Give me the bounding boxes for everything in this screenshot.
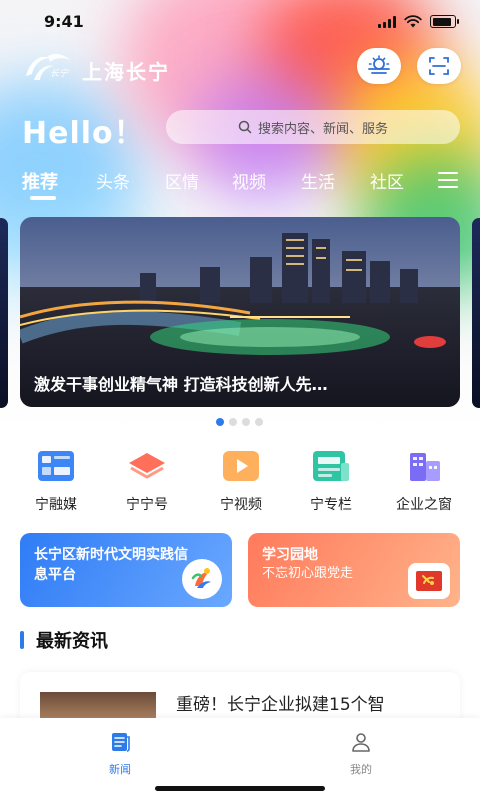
tab-headlines[interactable]: 头条 <box>96 168 130 193</box>
logo-text: 长宁 <box>50 68 69 78</box>
tab-video[interactable]: 视频 <box>232 168 266 193</box>
shortcut-qiyezhichuang[interactable]: 企业之窗 <box>384 446 464 514</box>
banner-prev-peek[interactable] <box>0 218 8 408</box>
wifi-icon <box>404 15 422 28</box>
tab-recommend[interactable]: 推荐 <box>22 168 58 194</box>
tab-community[interactable]: 社区 <box>370 168 404 193</box>
greeting: Hello！ <box>22 116 145 151</box>
buildings-icon <box>410 453 440 481</box>
civilization-platform-card[interactable]: 长宁区新时代文明实践信息平台 <box>20 533 232 607</box>
app-title: 上海长宁 <box>82 60 170 84</box>
tab-active-indicator <box>30 196 56 200</box>
search-placeholder: 搜索内容、新闻、服务 <box>257 121 388 137</box>
status-bar: 9:41 <box>0 0 480 44</box>
search-bar[interactable]: 搜索内容、新闻、服务 <box>166 110 460 144</box>
app-header: 长宁 上海长宁 <box>0 44 480 92</box>
shortcut-ningzhuanlan[interactable]: 宁专栏 <box>291 446 371 514</box>
signal-icon <box>378 15 396 28</box>
carousel-dot <box>255 418 263 426</box>
banner-carousel[interactable]: 激发干事创业精气神 打造科技创新人先… <box>20 217 460 407</box>
section-title: 最新资讯 <box>36 631 108 652</box>
status-time: 9:41 <box>44 12 84 31</box>
shortcut-label: 宁融媒 <box>35 497 77 513</box>
latest-news-header: 最新资讯 <box>20 628 108 652</box>
category-tabs: 推荐 头条 区情 视频 生活 社区 <box>0 160 480 204</box>
tab-profile[interactable]: 我的 <box>331 730 391 777</box>
shortcut-ningninghao[interactable]: 宁宁号 <box>107 446 187 514</box>
menu-icon[interactable] <box>438 172 458 188</box>
civilization-emblem-icon <box>182 559 222 599</box>
layers-icon <box>129 453 165 479</box>
tab-label: 新闻 <box>109 763 131 776</box>
shortcut-label: 企业之窗 <box>396 497 452 513</box>
banner-caption: 激发干事创业精气神 打造科技创新人先… <box>34 375 328 394</box>
video-play-icon <box>223 451 259 481</box>
search-icon <box>238 120 252 134</box>
carousel-dot <box>229 418 237 426</box>
shortcut-label: 宁专栏 <box>310 497 352 513</box>
shortcut-grid: 宁融媒 宁宁号 宁视频 宁专栏 企业之窗 <box>0 446 480 518</box>
shortcut-ningrongmei[interactable]: 宁融媒 <box>16 446 96 514</box>
card-title: 长宁区新时代文明实践信息平台 <box>34 547 188 583</box>
grid-card-icon <box>38 451 74 481</box>
section-accent-bar <box>20 631 24 649</box>
study-garden-card[interactable]: 学习园地 不忘初心跟党走 <box>248 533 460 607</box>
shortcut-ningshipin[interactable]: 宁视频 <box>201 446 281 514</box>
column-doc-icon <box>313 451 349 481</box>
carousel-dot <box>216 418 224 426</box>
banner-next-peek[interactable] <box>472 218 480 408</box>
shortcut-label: 宁视频 <box>220 497 262 513</box>
card-title: 学习园地 <box>262 547 318 563</box>
shortcut-label: 宁宁号 <box>126 497 168 513</box>
battery-icon <box>430 15 459 28</box>
weather-icon <box>368 55 390 74</box>
tab-district[interactable]: 区情 <box>165 168 199 193</box>
tab-news[interactable]: 新闻 <box>90 730 150 777</box>
scan-button[interactable] <box>417 48 461 84</box>
card-subtitle: 不忘初心跟党走 <box>262 566 354 581</box>
scan-icon <box>429 57 449 75</box>
party-emblem-icon <box>408 563 450 599</box>
home-indicator <box>155 786 325 791</box>
news-icon <box>112 733 130 752</box>
carousel-dots <box>216 418 263 426</box>
profile-icon <box>352 733 370 752</box>
weather-button[interactable] <box>357 48 401 84</box>
tab-label: 我的 <box>350 763 372 776</box>
changning-logo: 长宁 <box>26 53 70 80</box>
news-title: 重磅！长宁企业拟建15个智 <box>176 695 385 715</box>
carousel-dot <box>242 418 250 426</box>
status-icons <box>378 15 459 28</box>
tab-life[interactable]: 生活 <box>301 168 335 193</box>
